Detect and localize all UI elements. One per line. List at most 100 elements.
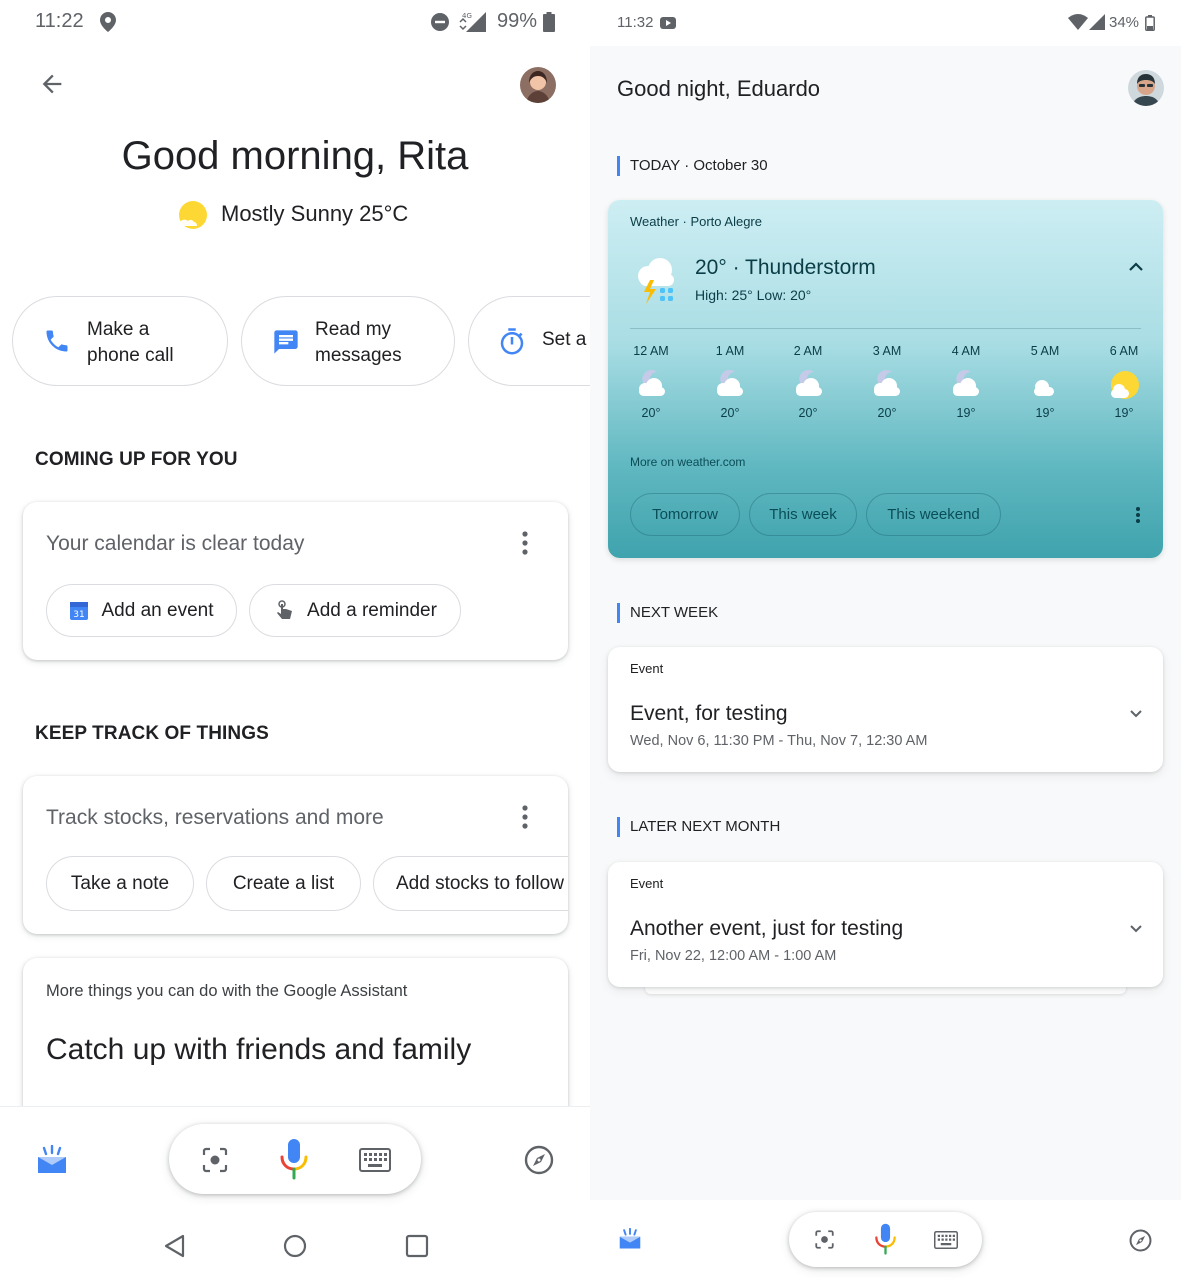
expand-chevron-icon[interactable] <box>1129 709 1143 719</box>
cloudy-night-icon <box>870 370 904 398</box>
more-things-subtitle: More things you can do with the Google A… <box>46 982 408 1000</box>
event-type: Event <box>630 876 664 891</box>
hour-temp: 20° <box>641 406 661 420</box>
battery-text: 34% <box>1109 14 1140 31</box>
avatar[interactable] <box>1128 70 1164 106</box>
event-card[interactable]: Event Another event, just for testing Fr… <box>608 862 1163 987</box>
message-icon <box>272 328 300 356</box>
make-call-line1: Make a <box>87 319 150 340</box>
cloudy-night-icon <box>713 370 747 398</box>
weather-card[interactable]: Weather · Porto Alegre 20° · Thunderstor… <box>608 200 1163 558</box>
this-week-chip[interactable]: This week <box>749 493 857 536</box>
today-label: TODAY <box>630 157 681 174</box>
youtube-notification-icon <box>660 17 676 29</box>
keyboard-icon[interactable] <box>359 1148 391 1172</box>
signal-icon <box>1089 14 1105 30</box>
add-reminder-button[interactable]: Add a reminder <box>249 584 461 637</box>
more-vert-icon[interactable] <box>521 530 529 556</box>
set-timer-label: Set a <box>542 329 587 350</box>
create-list-chip[interactable]: Create a list <box>206 856 361 911</box>
hour-time: 6 AM <box>1109 344 1139 358</box>
make-call-button[interactable]: Make a phone call <box>12 296 228 386</box>
keep-track-card: Track stocks, reservations and more Take… <box>23 776 568 934</box>
status-time: 11:22 <box>35 10 84 32</box>
more-vert-icon[interactable] <box>1135 506 1141 524</box>
hour-time: 5 AM <box>1030 344 1060 358</box>
set-timer-button[interactable]: Set a <box>468 296 590 386</box>
more-vert-icon[interactable] <box>521 804 529 830</box>
event-title: Another event, just for testing <box>630 917 904 940</box>
coming-up-heading: COMING UP FOR YOU <box>35 449 238 470</box>
explore-compass-icon[interactable] <box>1129 1229 1152 1252</box>
add-reminder-label: Add a reminder <box>307 599 437 621</box>
assistant-bottom-bar <box>590 1200 1181 1280</box>
weather-card-header: Weather · Porto Alegre <box>630 214 762 229</box>
nav-recents-icon[interactable] <box>405 1234 429 1258</box>
add-event-button[interactable]: 31 Add an event <box>46 584 237 637</box>
calendar-card: Your calendar is clear today 31 Add an e… <box>23 502 568 660</box>
greeting: Good night, Eduardo <box>617 76 821 101</box>
reminder-hand-icon <box>273 599 295 623</box>
phone-icon <box>43 327 71 355</box>
keyboard-icon[interactable] <box>934 1231 958 1249</box>
microphone-icon[interactable] <box>279 1138 309 1180</box>
sunny-icon <box>178 200 208 230</box>
tomorrow-chip[interactable]: Tomorrow <box>630 493 740 536</box>
hour-time: 3 AM <box>872 344 902 358</box>
hour-time: 2 AM <box>793 344 823 358</box>
battery-icon <box>543 12 555 32</box>
event-time: Fri, Nov 22, 12:00 AM - 1:00 AM <box>630 948 837 964</box>
event-time: Wed, Nov 6, 11:30 PM - Thu, Nov 7, 12:30… <box>630 733 928 749</box>
weather-temp-condition: 20° · Thunderstorm <box>695 256 876 279</box>
more-weather-link[interactable]: More on weather.com <box>630 455 745 469</box>
lens-icon[interactable] <box>814 1229 835 1250</box>
timer-icon <box>497 327 527 357</box>
snapshot-icon[interactable] <box>618 1228 642 1250</box>
make-call-line2: phone call <box>87 345 174 366</box>
this-weekend-chip[interactable]: This weekend <box>866 493 1001 536</box>
greeting: Good morning, Rita <box>121 134 469 178</box>
assistant-input-pill <box>789 1212 982 1267</box>
cloudy-night-icon <box>792 370 826 398</box>
hour-time: 1 AM <box>715 344 745 358</box>
cloudy-night-icon <box>1028 370 1062 398</box>
hour-temp: 20° <box>877 406 897 420</box>
cloudy-night-icon <box>949 370 983 398</box>
partly-sunny-icon <box>1107 370 1141 400</box>
back-arrow-icon[interactable] <box>38 70 66 98</box>
collapse-chevron-icon[interactable] <box>1128 260 1144 272</box>
more-things-title: Catch up with friends and family <box>46 1033 472 1066</box>
cloudy-night-icon <box>635 370 669 398</box>
explore-compass-icon[interactable] <box>524 1145 554 1175</box>
microphone-icon[interactable] <box>874 1223 897 1255</box>
calendar-card-title: Your calendar is clear today <box>46 532 305 555</box>
nav-back-icon[interactable] <box>163 1234 187 1258</box>
lens-icon[interactable] <box>201 1146 229 1174</box>
hour-temp: 20° <box>798 406 818 420</box>
wifi-icon <box>1068 14 1088 30</box>
take-note-chip[interactable]: Take a note <box>46 856 194 911</box>
weather-high-low: High: 25° Low: 20° <box>695 287 812 303</box>
hour-temp: 19° <box>956 406 976 420</box>
next-week-section-label: NEXT WEEK <box>617 603 718 623</box>
hour-temp: 20° <box>720 406 740 420</box>
snapshot-icon[interactable] <box>36 1145 68 1175</box>
calendar-icon: 31 <box>69 601 88 620</box>
event-card[interactable]: Event Event, for testing Wed, Nov 6, 11:… <box>608 647 1163 772</box>
read-messages-button[interactable]: Read my messages <box>241 296 455 386</box>
nav-home-icon[interactable] <box>283 1234 307 1258</box>
keep-track-card-title: Track stocks, reservations and more <box>46 806 384 829</box>
header: Good night, Eduardo <box>590 46 1181 130</box>
expand-chevron-icon[interactable] <box>1129 924 1143 934</box>
add-event-label: Add an event <box>101 599 214 621</box>
location-icon <box>100 12 116 32</box>
thunderstorm-icon <box>634 254 680 306</box>
signal-icon: 4G <box>458 10 488 32</box>
assistant-input-pill <box>169 1124 421 1194</box>
add-stocks-chip[interactable]: Add stocks to follow <box>373 856 568 911</box>
read-messages-line2: messages <box>315 345 402 366</box>
divider <box>630 328 1141 329</box>
weather-summary[interactable]: Mostly Sunny 25°C <box>221 201 408 227</box>
avatar[interactable] <box>520 67 556 103</box>
hour-temp: 19° <box>1035 406 1055 420</box>
